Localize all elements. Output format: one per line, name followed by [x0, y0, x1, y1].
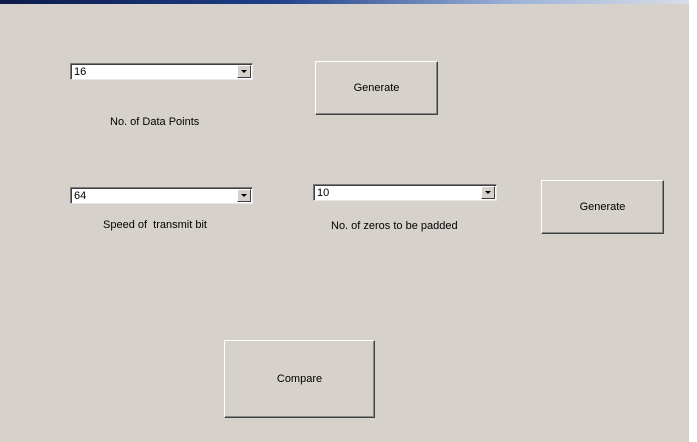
- data-points-label: No. of Data Points: [110, 116, 200, 128]
- compare-button[interactable]: Compare: [224, 340, 375, 418]
- zero-padding-label: No. of zeros to be padded: [331, 220, 458, 232]
- generate-zero-padding-button[interactable]: Generate: [541, 180, 664, 234]
- zero-padding-dropdown[interactable]: 10: [313, 184, 497, 201]
- generate-data-points-button[interactable]: Generate: [315, 61, 438, 115]
- main-panel: 16 No. of Data Points Generate 64 Speed …: [0, 0, 689, 442]
- zero-padding-value: 10: [317, 187, 330, 199]
- transmit-speed-value: 64: [74, 190, 87, 202]
- chevron-down-icon[interactable]: [237, 189, 251, 202]
- data-points-dropdown[interactable]: 16: [70, 63, 253, 80]
- transmit-speed-label: Speed of transmit bit: [103, 219, 207, 231]
- chevron-down-icon[interactable]: [237, 65, 251, 78]
- chevron-down-icon[interactable]: [481, 186, 495, 199]
- title-bar-edge: [0, 0, 689, 4]
- transmit-speed-dropdown[interactable]: 64: [70, 187, 253, 204]
- data-points-value: 16: [74, 66, 87, 78]
